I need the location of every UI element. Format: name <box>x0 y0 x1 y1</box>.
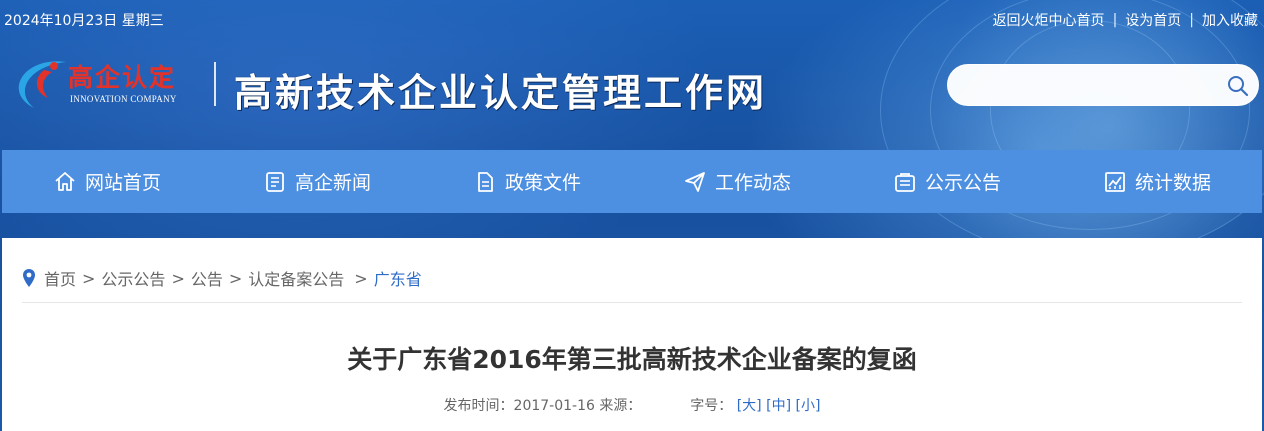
font-size-small[interactable]: [小] <box>796 398 821 414</box>
logo-subtext: INNOVATION COMPANY <box>70 94 177 104</box>
announcement-icon <box>895 172 915 192</box>
divider <box>22 302 1242 303</box>
article-meta: 发布时间：2017-01-16 来源： 字号： [大] [中] [小] <box>2 395 1262 415</box>
breadcrumb-home[interactable]: 首页 <box>44 266 76 290</box>
search-icon[interactable] <box>1226 74 1250 98</box>
nav-item-home[interactable]: 网站首页 <box>2 150 212 213</box>
search-input[interactable] <box>962 73 1212 99</box>
font-size-label: 字号： <box>690 398 733 414</box>
nav-item-label: 公示公告 <box>924 172 1001 194</box>
paper-plane-icon <box>685 171 705 192</box>
top-bar: 2024年10月23日 星期三 返回火炬中心首页 | 设为首页 | 加入收藏 <box>0 0 1264 38</box>
main-nav: 网站首页 高企新闻 政策文件 工作动态 公示公告 统计数据 <box>2 150 1262 213</box>
nav-item-policy[interactable]: 政策文件 <box>422 150 632 213</box>
document-icon <box>478 171 493 192</box>
logo-divider <box>214 62 216 106</box>
breadcrumb-separator: > <box>171 268 185 288</box>
site-title: 高新技术企业认定管理工作网 <box>234 70 768 115</box>
breadcrumb-separator: > <box>82 268 96 288</box>
nav-item-news[interactable]: 高企新闻 <box>212 150 422 213</box>
search-box <box>947 64 1259 106</box>
content-panel: 首页 > 公示公告 > 公告 > 认定备案公告 > 广东省 关于广东省2016年… <box>2 238 1262 431</box>
breadcrumb-notice[interactable]: 公告 <box>191 266 223 290</box>
logo-text: 高企认定 <box>68 63 177 92</box>
font-size-medium[interactable]: [中] <box>766 398 791 414</box>
nav-item-label: 统计数据 <box>1134 172 1211 194</box>
article-title: 关于广东省2016年第三批高新技术企业备案的复函 <box>347 345 917 374</box>
nav-item-label: 政策文件 <box>504 172 581 194</box>
breadcrumb-separator: > <box>228 268 243 288</box>
nav-item-announcements[interactable]: 公示公告 <box>842 150 1052 213</box>
top-links: 返回火炬中心首页 | 设为首页 | 加入收藏 <box>993 10 1258 30</box>
news-icon <box>266 171 284 192</box>
location-pin-icon <box>23 269 35 287</box>
breadcrumb-filing-notice[interactable]: 认定备案公告 <box>248 266 344 290</box>
publish-info: 发布时间：2017-01-16 来源： <box>443 398 642 414</box>
home-icon <box>55 171 75 191</box>
nav-item-label: 工作动态 <box>714 172 791 194</box>
site-logo[interactable]: 高企认定 INNOVATION COMPANY 高新技术企业认定管理工作网 <box>0 50 820 120</box>
breadcrumb-separator: > <box>354 268 368 288</box>
link-add-favorite[interactable]: 加入收藏 <box>1202 10 1258 30</box>
current-date: 2024年10月23日 星期三 <box>4 13 164 29</box>
top-link-separator: | <box>1112 12 1118 28</box>
link-set-homepage[interactable]: 设为首页 <box>1125 10 1181 30</box>
font-size-large[interactable]: [大] <box>737 398 762 414</box>
chart-icon <box>1105 171 1125 192</box>
link-torch-home[interactable]: 返回火炬中心首页 <box>993 10 1105 30</box>
top-link-separator: | <box>1189 12 1194 28</box>
nav-item-label: 网站首页 <box>84 172 161 194</box>
breadcrumb: 首页 > 公示公告 > 公告 > 认定备案公告 > 广东省 <box>22 266 422 290</box>
breadcrumb-announcements[interactable]: 公示公告 <box>101 266 165 290</box>
nav-item-work-updates[interactable]: 工作动态 <box>632 150 842 213</box>
nav-item-label: 高企新闻 <box>294 172 371 194</box>
nav-item-statistics[interactable]: 统计数据 <box>1052 150 1262 213</box>
breadcrumb-current[interactable]: 广东省 <box>374 266 422 290</box>
